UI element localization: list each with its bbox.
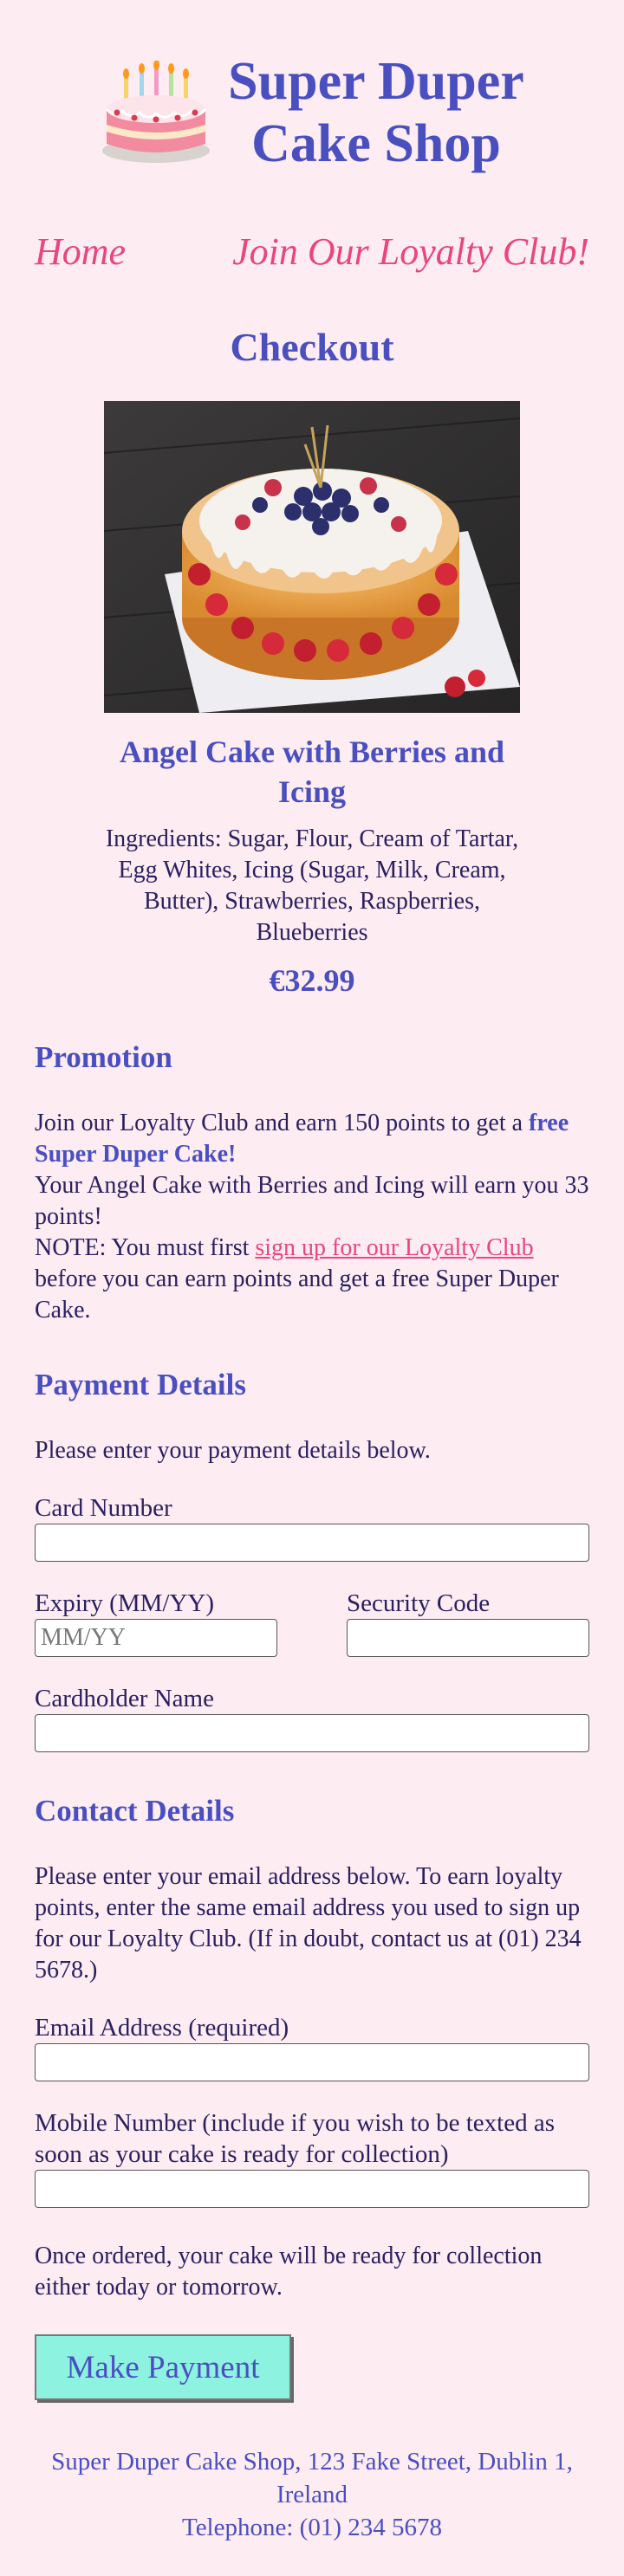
- site-title-line-1: Super Duper: [228, 52, 524, 111]
- main-nav: Home Join Our Loyalty Club!: [35, 225, 589, 277]
- promotion-heading: Promotion: [35, 1040, 172, 1074]
- promotion-text: Join our Loyalty Club and earn 150 point…: [35, 1108, 589, 1326]
- promotion-note-end: before you can earn points and get a fre…: [35, 1265, 559, 1324]
- security-code-label: Security Code: [347, 1589, 491, 1617]
- cardholder-name-input[interactable]: [35, 1714, 589, 1752]
- expiry-label: Expiry (MM/YY): [35, 1589, 215, 1617]
- site-footer: Super Duper Cake Shop, 123 Fake Street, …: [35, 2445, 589, 2544]
- cardholder-name-label: Cardholder Name: [35, 1685, 214, 1712]
- email-label: Email Address (required): [35, 2014, 289, 2042]
- page-title: Checkout: [230, 325, 394, 369]
- site-title: Super Duper Cake Shop: [228, 50, 524, 175]
- footer-telephone: Telephone: (01) 234 5678: [182, 2514, 442, 2541]
- mobile-input[interactable]: [35, 2170, 589, 2208]
- contact-heading: Contact Details: [35, 1794, 235, 1828]
- birthday-cake-icon: [102, 61, 211, 163]
- footer-address: Super Duper Cake Shop, 123 Fake Street, …: [51, 2448, 573, 2508]
- mobile-label: Mobile Number (include if you wish to be…: [35, 2109, 556, 2168]
- loyalty-signup-link[interactable]: sign up for our Loyalty Club: [255, 1234, 533, 1261]
- page: Super Duper Cake Shop Home Join Our Loya…: [0, 0, 624, 2544]
- nav-loyalty-link[interactable]: Join Our Loyalty Club!: [232, 230, 589, 274]
- promotion-line1: Join our Loyalty Club and earn 150 point…: [35, 1110, 530, 1136]
- cake-photo: [104, 401, 520, 713]
- security-column: Security Code: [347, 1562, 589, 1657]
- expiry-column: Expiry (MM/YY): [35, 1562, 277, 1657]
- site-title-line-2: Cake Shop: [251, 114, 501, 173]
- promotion-points: Your Angel Cake with Berries and Icing w…: [35, 1172, 589, 1230]
- payment-heading: Payment Details: [35, 1368, 246, 1401]
- product-name: Angel Cake with Berries and Icing: [120, 735, 504, 809]
- product-price: €32.99: [269, 963, 355, 998]
- email-input[interactable]: [35, 2043, 589, 2081]
- ready-note: Once ordered, your cake will be ready fo…: [35, 2243, 543, 2301]
- expiry-security-row: Expiry (MM/YY) Security Code: [35, 1562, 589, 1657]
- payment-intro: Please enter your payment details below.: [35, 1437, 431, 1464]
- nav-home-link[interactable]: Home: [35, 230, 126, 274]
- card-number-input[interactable]: [35, 1524, 589, 1562]
- card-number-label: Card Number: [35, 1494, 172, 1522]
- site-header: Super Duper Cake Shop: [35, 0, 589, 173]
- security-code-input[interactable]: [347, 1619, 589, 1657]
- product-ingredients: Ingredients: Sugar, Flour, Cream of Tart…: [105, 825, 519, 946]
- promotion-note: NOTE: You must first: [35, 1234, 256, 1261]
- make-payment-button[interactable]: Make Payment: [35, 2334, 291, 2400]
- contact-intro: Please enter your email address below. T…: [35, 1863, 582, 1984]
- expiry-input[interactable]: [35, 1619, 277, 1657]
